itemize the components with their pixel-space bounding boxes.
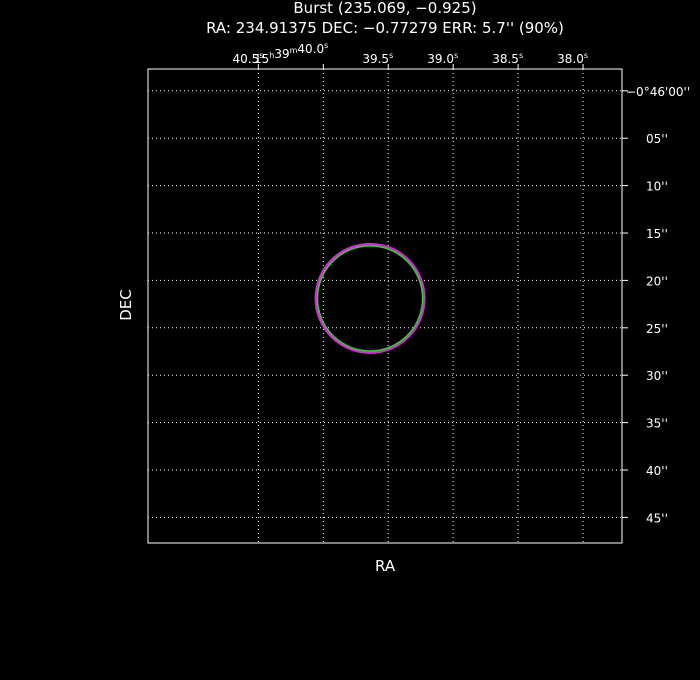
y-axis-label: DEC	[116, 289, 135, 321]
x-tick-label: 38.5s	[492, 51, 523, 66]
sky-chart: 40.5s15h39m40.0s39.5s 39.0s 38.5s 38.0s−0°4…	[147, 41, 690, 544]
x-tick-label: 39.5s	[362, 51, 393, 66]
y-tick-label: 05''	[646, 132, 668, 146]
y-tick-label: 15''	[646, 227, 668, 241]
x-tick-label: 39.0s	[427, 51, 458, 66]
y-tick-label: 10''	[646, 180, 668, 194]
y-tick-label: 35''	[646, 417, 668, 431]
x-tick-label: 38.0s	[557, 51, 588, 66]
x-tick-label: 15h39m40.0s	[254, 41, 328, 66]
y-tick-label: 45''	[646, 511, 668, 525]
y-tick-label: 40''	[646, 464, 668, 478]
x-axis-label: RA	[375, 557, 396, 575]
y-tick-label: 30''	[646, 369, 668, 383]
y-tick-label: 25''	[646, 322, 668, 336]
y-tick-label: 20''	[646, 274, 668, 288]
error-circle-outer	[314, 242, 426, 354]
error-circle-inner	[316, 245, 424, 352]
y-tick-label: −0°46'00''	[626, 85, 690, 99]
plot-frame	[147, 68, 623, 544]
